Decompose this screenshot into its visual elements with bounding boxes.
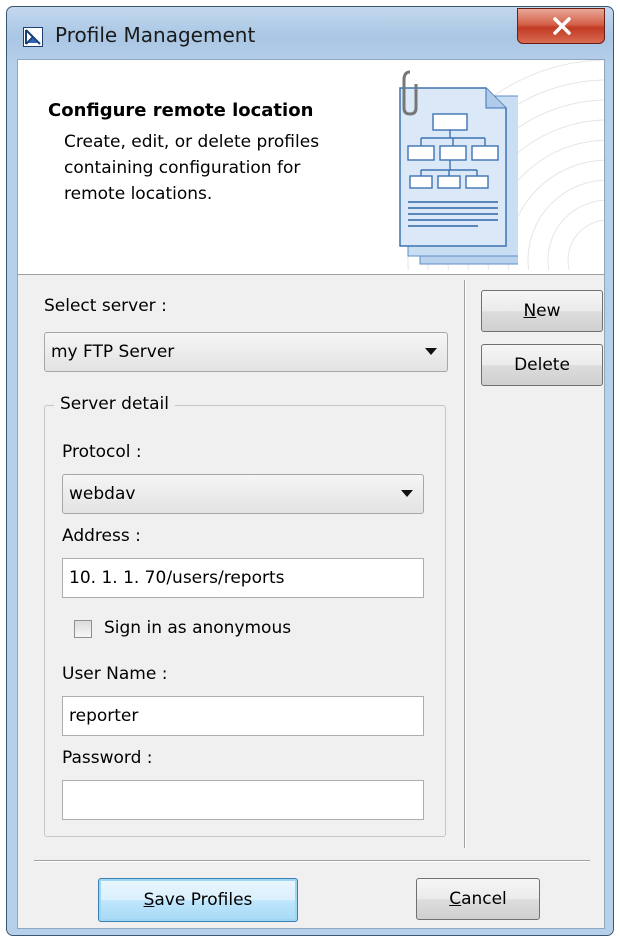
delete-button[interactable]: Delete bbox=[481, 344, 603, 386]
horizontal-separator bbox=[34, 860, 590, 862]
app-icon bbox=[23, 27, 43, 47]
anonymous-checkbox-label[interactable]: Sign in as anonymous bbox=[104, 618, 291, 638]
address-input[interactable] bbox=[63, 559, 423, 597]
password-field[interactable] bbox=[62, 780, 424, 820]
chevron-down-icon bbox=[401, 490, 413, 497]
banner-description-line: containing configuration for bbox=[64, 158, 301, 178]
header-banner: Configure remote location Create, edit, … bbox=[18, 60, 604, 275]
cancel-mnemonic: C bbox=[449, 889, 462, 909]
dialog-window: Profile Management Configure remote loca… bbox=[6, 6, 614, 936]
vertical-separator bbox=[464, 280, 466, 848]
new-button[interactable]: New bbox=[481, 290, 603, 332]
chevron-down-icon bbox=[425, 348, 437, 355]
save-mnemonic: S bbox=[143, 890, 155, 910]
close-icon bbox=[553, 17, 571, 35]
dialog-client-area: Configure remote location Create, edit, … bbox=[17, 59, 605, 929]
anonymous-checkbox[interactable] bbox=[74, 620, 92, 638]
new-label: ew bbox=[536, 301, 561, 321]
password-label: Password : bbox=[62, 748, 153, 768]
select-server-label: Select server : bbox=[44, 296, 167, 316]
banner-description-line: Create, edit, or delete profiles bbox=[64, 132, 320, 152]
new-mnemonic: N bbox=[523, 301, 537, 321]
username-label: User Name : bbox=[62, 664, 168, 684]
banner-description-line: remote locations. bbox=[64, 184, 213, 204]
window-title: Profile Management bbox=[55, 23, 256, 47]
address-label: Address : bbox=[62, 526, 141, 546]
save-label: ave Profiles bbox=[154, 890, 253, 910]
protocol-dropdown-value: webdav bbox=[69, 484, 136, 504]
protocol-dropdown[interactable]: webdav bbox=[62, 474, 424, 514]
address-field[interactable] bbox=[62, 558, 424, 598]
cancel-button[interactable]: Cancel bbox=[416, 878, 540, 920]
title-bar[interactable]: Profile Management bbox=[7, 7, 613, 59]
username-input[interactable] bbox=[63, 697, 423, 735]
server-dropdown[interactable]: my FTP Server bbox=[44, 332, 448, 372]
close-button[interactable] bbox=[517, 8, 605, 44]
cancel-label: ancel bbox=[461, 889, 507, 909]
documents-diagram-icon bbox=[399, 70, 518, 265]
server-detail-legend: Server detail bbox=[54, 394, 175, 414]
banner-title: Configure remote location bbox=[48, 100, 314, 121]
password-input[interactable] bbox=[63, 781, 423, 819]
server-dropdown-value: my FTP Server bbox=[51, 342, 175, 362]
save-profiles-button[interactable]: Save Profiles bbox=[98, 878, 298, 922]
username-field[interactable] bbox=[62, 696, 424, 736]
protocol-label: Protocol : bbox=[62, 442, 142, 462]
